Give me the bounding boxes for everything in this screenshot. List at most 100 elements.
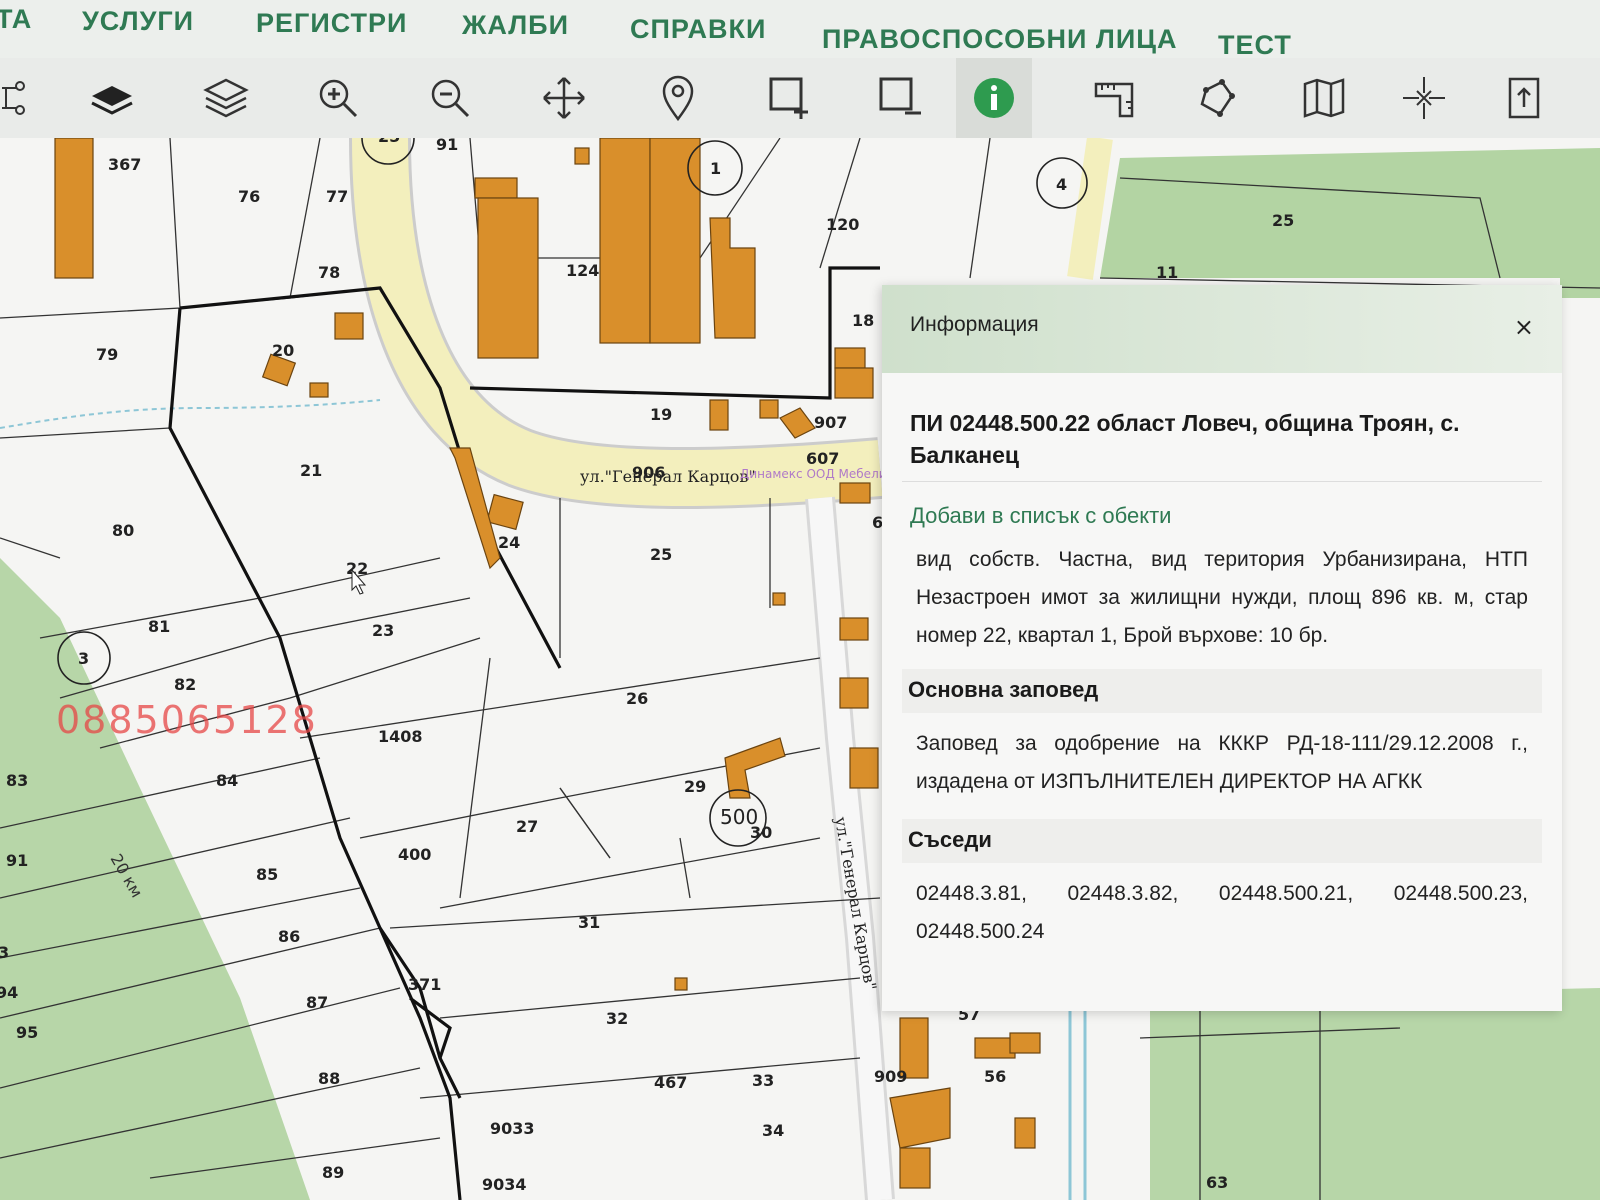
menu-item-licensed-persons[interactable]: ПРАВОСПОСОБНИ ЛИЦА [822, 24, 1178, 55]
parcel-label: 22 [346, 559, 368, 578]
parcel-label: 907 [814, 413, 847, 432]
parcel-label: 63 [1206, 1173, 1228, 1192]
parcel-label: 82 [174, 675, 196, 694]
parcel-heading: ПИ 02448.500.22 област Ловеч, община Тро… [910, 410, 1460, 468]
parcel-label: 9033 [490, 1119, 535, 1138]
map-icon[interactable] [1296, 72, 1352, 124]
select-add-icon[interactable] [762, 72, 818, 124]
parcel-label: 19 [650, 405, 672, 424]
parcel-label: 31 [578, 913, 600, 932]
parcel-label: 89 [322, 1163, 344, 1182]
polygon-icon[interactable] [1190, 72, 1246, 124]
neighbors-section-header: Съседи [902, 819, 1542, 863]
road-northeast [1067, 138, 1113, 280]
parcel-label: 83 [6, 771, 28, 790]
parcel-label: 18 [852, 311, 874, 330]
circle-label: 1 [710, 159, 721, 178]
zoom-in-icon[interactable] [310, 72, 366, 124]
layer-icon[interactable] [84, 72, 140, 124]
parcel-label: 27 [516, 817, 538, 836]
parcel-label: 91 [6, 851, 28, 870]
parcel-label: 24 [498, 533, 520, 552]
order-text: Заповед за одобрение на КККР РД-18-111/2… [916, 732, 1528, 793]
close-icon[interactable]: × [1514, 313, 1534, 341]
top-menu-bar: ТА УСЛУГИ РЕГИСТРИ ЖАЛБИ СПРАВКИ ПРАВОСП… [0, 0, 1600, 61]
parcel-label: 81 [148, 617, 170, 636]
info-panel: Информация × ПИ 02448.500.22 област Лове… [882, 285, 1562, 1011]
panel-header: Информация × [882, 285, 1562, 373]
stream-west [0, 399, 381, 429]
circle-label: 3 [78, 649, 89, 668]
parcel-label: 371 [408, 975, 441, 994]
parcel-label: 88 [318, 1069, 340, 1088]
menu-item-test[interactable]: ТЕСТ [1218, 30, 1292, 61]
menu-item-services[interactable]: УСЛУГИ [82, 6, 194, 37]
parcel-label: 124 [566, 261, 599, 280]
parcel-label: 20 [272, 341, 294, 360]
parcel-label: 467 [654, 1073, 687, 1092]
export-icon[interactable] [1496, 72, 1552, 124]
location-pin-icon[interactable] [650, 72, 706, 124]
share-icon[interactable] [0, 72, 46, 124]
pan-icon[interactable] [536, 72, 592, 124]
panel-title: Информация [910, 313, 1039, 336]
parcel-label: 26 [626, 689, 648, 708]
map-toolbar [0, 58, 1600, 139]
parcel-label: 400 [398, 845, 431, 864]
info-icon[interactable] [956, 58, 1032, 138]
menu-item-complaints[interactable]: ЖАЛБИ [462, 10, 569, 41]
parcel-label: 29 [684, 777, 706, 796]
parcel-label: 367 [108, 155, 141, 174]
zoom-out-icon[interactable] [422, 72, 478, 124]
neighbors-section-title: Съседи [908, 827, 992, 852]
menu-item-partial[interactable]: ТА [0, 4, 32, 35]
parcel-details: вид собств. Частна, вид територия Урбани… [916, 548, 1528, 647]
green-area-southeast [1150, 988, 1600, 1200]
crosshair-icon[interactable] [1396, 72, 1452, 124]
parcel-label: 9034 [482, 1175, 527, 1194]
parcel-label: 77 [326, 187, 348, 206]
parcel-label: 80 [112, 521, 134, 540]
circle-label: 4 [1056, 175, 1067, 194]
order-section-title: Основна заповед [908, 677, 1099, 702]
parcel-label: 23 [372, 621, 394, 640]
parcel-label: 11 [1156, 263, 1178, 282]
parcel-label: 79 [96, 345, 118, 364]
parcel-label: 85 [256, 865, 278, 884]
select-remove-icon[interactable] [872, 72, 928, 124]
parcel-label: 25 [1272, 211, 1294, 230]
parcel-label: 56 [984, 1067, 1006, 1086]
parcel-label: 94 [0, 983, 18, 1002]
parcel-label: 21 [300, 461, 322, 480]
neighbors-text: 02448.3.81, 02448.3.82, 02448.500.21, 02… [916, 882, 1528, 943]
parcel-label: 120 [826, 215, 859, 234]
menu-item-references[interactable]: СПРАВКИ [630, 14, 766, 45]
parcel-label: 909 [874, 1067, 907, 1086]
measure-icon[interactable] [1086, 72, 1142, 124]
parcel-label: 1408 [378, 727, 423, 746]
parcel-label: 32 [606, 1009, 628, 1028]
parcel-label: 607 [806, 449, 839, 468]
business-label: Динамекс ООД Мебели [740, 467, 887, 481]
parcel-label: 95 [16, 1023, 38, 1042]
parcel-label: 3 [0, 943, 9, 962]
divider [902, 481, 1542, 482]
street-label: ул."Генерал Карцов" [580, 467, 756, 486]
parcel-label: 86 [278, 927, 300, 946]
circle-label: 25 [378, 138, 400, 146]
parcel-label: 78 [318, 263, 340, 282]
parcel-label: 84 [216, 771, 238, 790]
parcel-label: 76 [238, 187, 260, 206]
parcel-label: 34 [762, 1121, 784, 1140]
phone-watermark: 0885065128 [56, 698, 318, 742]
menu-item-registers[interactable]: РЕГИСТРИ [256, 8, 407, 39]
layers-icon[interactable] [198, 72, 254, 124]
parcel-label: 91 [436, 138, 458, 154]
parcel-label: 25 [650, 545, 672, 564]
parcel-label: 87 [306, 993, 328, 1012]
order-section-header: Основна заповед [902, 669, 1542, 713]
stream-south [1068, 1008, 1087, 1200]
add-to-list-link[interactable]: Добави в списък с обекти [910, 503, 1171, 529]
parcel-label: 33 [752, 1071, 774, 1090]
parcel-label: 30 [750, 823, 772, 842]
